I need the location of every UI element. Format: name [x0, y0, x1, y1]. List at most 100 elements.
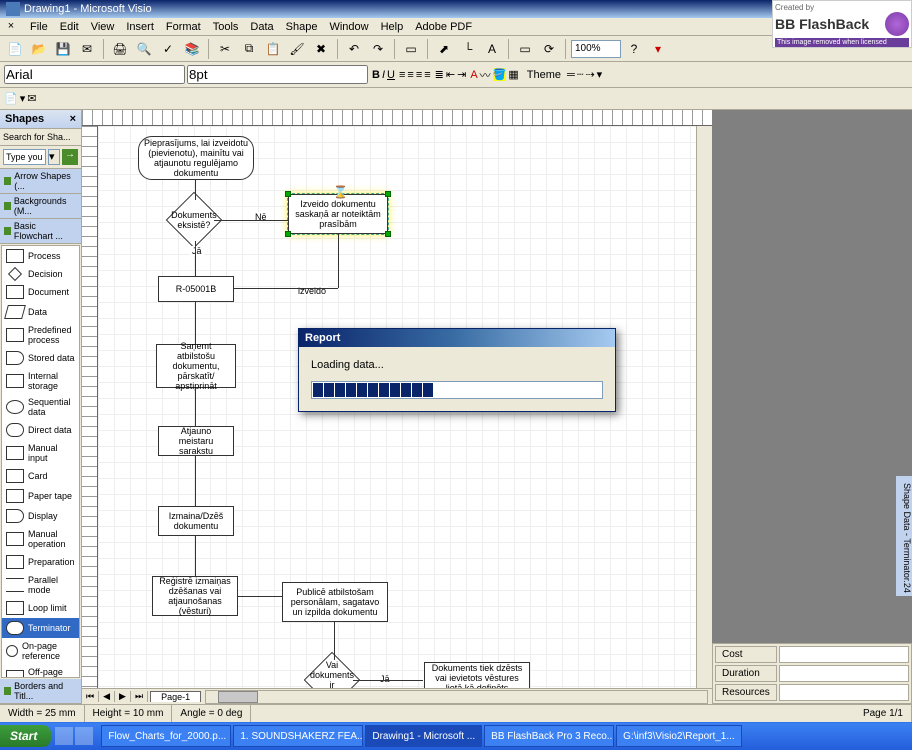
menu-format[interactable]: Format: [160, 19, 207, 35]
shape-data[interactable]: Data: [2, 302, 79, 322]
mail-icon[interactable]: ✉: [76, 38, 98, 60]
indent-inc-icon[interactable]: ⇥: [457, 68, 466, 81]
doc-close-icon[interactable]: ×: [4, 20, 18, 34]
underline-icon[interactable]: U: [387, 69, 395, 81]
italic-icon[interactable]: I: [382, 69, 385, 81]
connector-tool-icon[interactable]: └: [457, 38, 479, 60]
text-tool-icon[interactable]: A: [481, 38, 503, 60]
fc-deleted[interactable]: Dokuments tiek dzēsts vai ievietots vēst…: [424, 662, 530, 688]
fc-receive[interactable]: Saņemt atbilstošu dokumentu, pārskatīt/ …: [156, 344, 236, 388]
menu-tools[interactable]: Tools: [207, 19, 245, 35]
align-left-icon[interactable]: ≡: [399, 69, 405, 81]
shape-document[interactable]: Document: [2, 282, 79, 302]
shape-loop-limit[interactable]: Loop limit: [2, 598, 79, 618]
shape-preparation[interactable]: Preparation: [2, 552, 79, 572]
task-drawing1[interactable]: Drawing1 - Microsoft ...: [365, 725, 482, 747]
zoom-combo[interactable]: [571, 40, 621, 58]
shapes-window-icon[interactable]: ▭: [400, 38, 422, 60]
sd-resources-value[interactable]: [779, 684, 909, 701]
page-tab-1[interactable]: Page-1: [150, 691, 201, 702]
delete-icon[interactable]: ✖: [310, 38, 332, 60]
shape-manual-input[interactable]: Manual input: [2, 440, 79, 466]
shapes-search-input[interactable]: [3, 149, 46, 165]
theme-button[interactable]: Theme: [523, 69, 565, 81]
shape-predefined[interactable]: Predefined process: [2, 322, 79, 348]
page-first-icon[interactable]: ⏮: [82, 691, 99, 702]
fc-register[interactable]: Reģistrē izmaiņas dzēšanas vai atjaunoša…: [152, 576, 238, 616]
help-icon[interactable]: ?: [623, 38, 645, 60]
fill-color-icon[interactable]: 🪣: [493, 68, 507, 81]
task-flowcharts[interactable]: Flow_Charts_for_2000.p...: [101, 725, 231, 747]
task-bbflashback[interactable]: BB FlashBack Pro 3 Reco...: [484, 725, 614, 747]
copy-icon[interactable]: ⧉: [238, 38, 260, 60]
shape-manual-op[interactable]: Manual operation: [2, 526, 79, 552]
line-ends-icon[interactable]: ⇢: [585, 68, 594, 81]
task-soundshakerz[interactable]: 1. SOUNDSHAKERZ FEA...: [233, 725, 363, 747]
stencil-borders[interactable]: Borders and Titl...: [0, 679, 81, 704]
stencil-backgrounds[interactable]: Backgrounds (M...: [0, 194, 81, 219]
print-icon[interactable]: 🖨: [109, 38, 131, 60]
menu-data[interactable]: Data: [244, 19, 279, 35]
shapes-panel-close-icon[interactable]: ×: [70, 113, 76, 125]
open-icon[interactable]: 📂: [28, 38, 50, 60]
fc-publish[interactable]: Publicē atbilstošam personālam, sagatavo…: [282, 582, 388, 622]
shape-terminator[interactable]: Terminator: [2, 618, 79, 638]
fc-start-terminator[interactable]: Pieprasījums, lai izveidotu (pievienotu)…: [138, 136, 254, 180]
stencil-arrow[interactable]: Arrow Shapes (...: [0, 169, 81, 194]
pointer-tool-icon[interactable]: ⬈: [433, 38, 455, 60]
shapes-search-go[interactable]: →: [62, 149, 78, 165]
paste-icon[interactable]: 📋: [262, 38, 284, 60]
line-color-icon[interactable]: 〰: [480, 67, 491, 83]
shape-paper-tape[interactable]: Paper tape: [2, 486, 79, 506]
align-center-icon[interactable]: ≡: [407, 69, 413, 81]
indent-dec-icon[interactable]: ⇤: [446, 68, 455, 81]
stencil-basic-flowchart[interactable]: Basic Flowchart ...: [0, 219, 81, 244]
font-name-combo[interactable]: [4, 65, 185, 84]
shape-decision[interactable]: Decision: [2, 266, 79, 282]
rotate-icon[interactable]: ⟳: [538, 38, 560, 60]
shape-data-header[interactable]: Shape Data - Terminator.24: [896, 476, 912, 596]
spell-icon[interactable]: ✓: [157, 38, 179, 60]
pdf-icon[interactable]: ▾: [647, 38, 669, 60]
ql-icon-1[interactable]: [55, 727, 73, 745]
menu-insert[interactable]: Insert: [120, 19, 160, 35]
menu-adobe-pdf[interactable]: Adobe PDF: [409, 19, 478, 35]
shape-offpage-ref[interactable]: Off-page reference: [2, 664, 79, 678]
fc-update-list[interactable]: Atjauno meistaru sarakstu: [158, 426, 234, 456]
page-prev-icon[interactable]: ◀: [99, 691, 115, 702]
pdf-settings-icon[interactable]: ▾: [20, 92, 26, 105]
menu-view[interactable]: View: [85, 19, 121, 35]
pdf-convert-icon[interactable]: 📄: [4, 92, 18, 105]
shapes-search-dropdown[interactable]: ▾: [48, 149, 60, 165]
sd-duration-value[interactable]: [779, 665, 909, 682]
start-button[interactable]: Start: [0, 725, 51, 747]
format-icon[interactable]: ▾: [597, 68, 603, 81]
preview-icon[interactable]: 🔍: [133, 38, 155, 60]
line-pattern-icon[interactable]: ┄: [577, 68, 584, 81]
shape-direct-data[interactable]: Direct data: [2, 420, 79, 440]
menu-shape[interactable]: Shape: [280, 19, 324, 35]
shape-sequential[interactable]: Sequential data: [2, 394, 79, 420]
align-right-icon[interactable]: ≡: [416, 69, 422, 81]
menu-help[interactable]: Help: [375, 19, 410, 35]
shape-internal-storage[interactable]: Internal storage: [2, 368, 79, 394]
menu-edit[interactable]: Edit: [54, 19, 85, 35]
new-icon[interactable]: 📄: [4, 38, 26, 60]
bold-icon[interactable]: B: [372, 69, 380, 81]
shape-process[interactable]: Process: [2, 246, 79, 266]
menu-file[interactable]: File: [24, 19, 54, 35]
fc-rcode[interactable]: R-05001B: [158, 276, 234, 302]
task-report[interactable]: G:\inf3\Visio2\Report_1...: [616, 725, 742, 747]
bullets-icon[interactable]: ≣: [435, 68, 444, 81]
format-painter-icon[interactable]: 🖌: [286, 38, 308, 60]
pdf-mail-icon[interactable]: ✉: [27, 92, 36, 105]
font-size-combo[interactable]: [187, 65, 368, 84]
shape-stored-data[interactable]: Stored data: [2, 348, 79, 368]
shape-parallel[interactable]: Parallel mode: [2, 572, 79, 598]
fc-create-doc[interactable]: Izveido dokumentu saskaņā ar noteiktām p…: [288, 194, 388, 234]
page-last-icon[interactable]: ⏭: [131, 691, 148, 702]
shape-card[interactable]: Card: [2, 466, 79, 486]
rectangle-tool-icon[interactable]: ▭: [514, 38, 536, 60]
line-weight-icon[interactable]: ═: [567, 69, 575, 81]
menu-window[interactable]: Window: [323, 19, 374, 35]
